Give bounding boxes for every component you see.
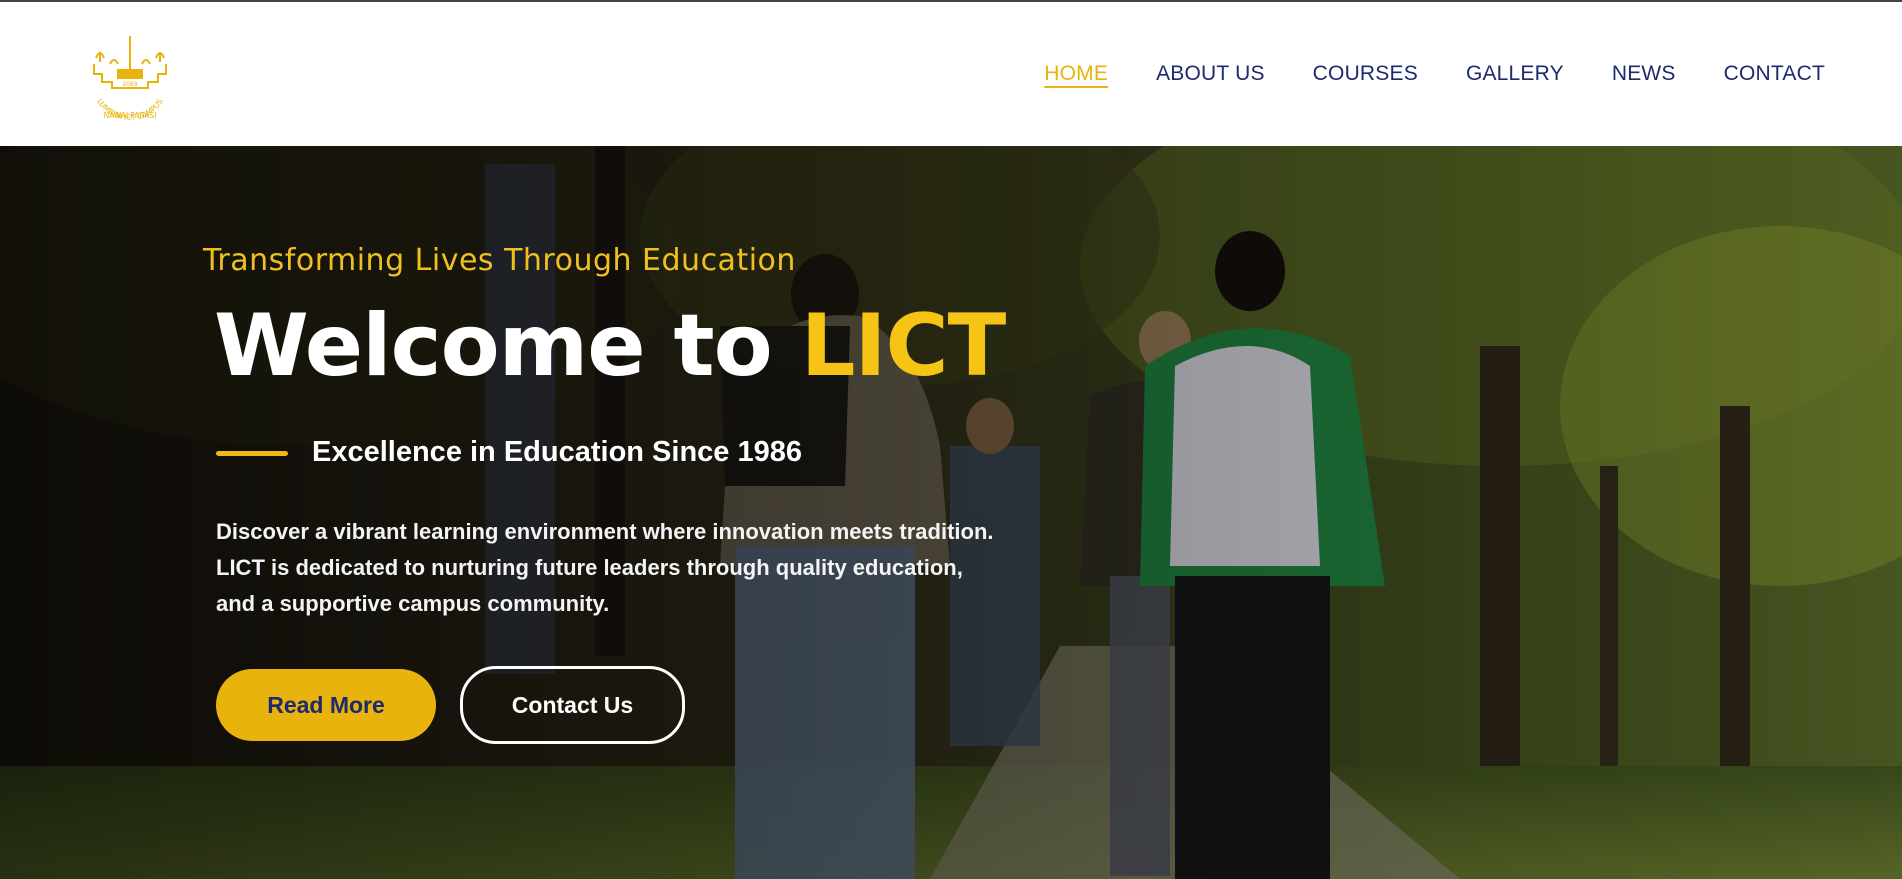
hero-description: Discover a vibrant learning environment … [216,519,994,616]
svg-text:NAWALPARASI: NAWALPARASI [104,111,157,120]
navbar: 2069 LUMBINI ICT CAMPUS NAWALPARASI HOME… [0,2,1902,146]
headline-accent: LICT [800,296,1007,396]
read-more-button[interactable]: Read More [216,669,436,741]
main-nav: HOME ABOUT US COURSES GALLERY NEWS CONTA… [1044,62,1825,86]
hero-headline: Welcome to LICT [214,296,1007,396]
nav-news[interactable]: NEWS [1612,62,1676,86]
nav-contact[interactable]: CONTACT [1724,62,1825,86]
accent-divider [216,451,288,456]
hero-tagline: Transforming Lives Through Education [203,243,796,278]
svg-text:2069: 2069 [122,81,137,88]
hero-content: Transforming Lives Through Education Wel… [0,146,1902,879]
contact-us-button[interactable]: Contact Us [460,666,685,744]
nav-home[interactable]: HOME [1044,62,1108,86]
nav-courses[interactable]: COURSES [1313,62,1418,86]
campus-logo[interactable]: 2069 LUMBINI ICT CAMPUS NAWALPARASI [80,30,180,124]
nav-about-us[interactable]: ABOUT US [1156,62,1265,86]
hero-subheading: Excellence in Education Since 1986 [312,436,802,468]
hero-section: Transforming Lives Through Education Wel… [0,146,1902,879]
nav-gallery[interactable]: GALLERY [1466,62,1564,86]
